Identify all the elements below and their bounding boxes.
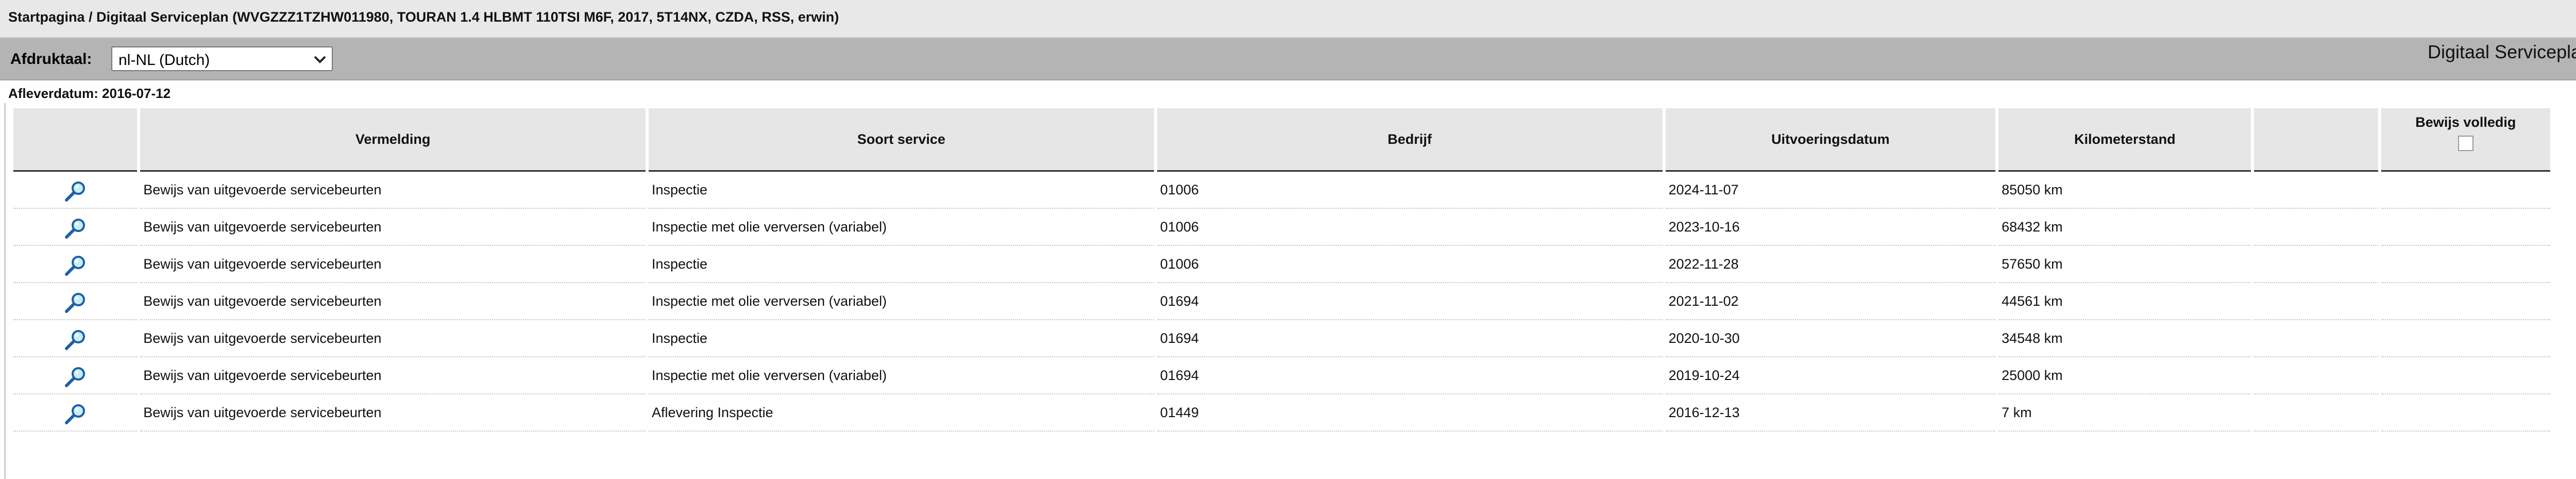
cell-bewijs-volledig (2381, 246, 2550, 283)
cell-soort-service: Inspectie (648, 172, 1154, 209)
cell-uitvoeringsdatum: 2023-10-16 (1665, 209, 1996, 246)
cell-uitvoeringsdatum: 2020-10-30 (1665, 320, 1996, 357)
cell-uitvoeringsdatum: 2016-12-13 (1665, 394, 1996, 432)
cell-vermelding: Bewijs van uitgevoerde servicebeurten (140, 283, 646, 320)
column-header-vermelding[interactable]: Vermelding (140, 108, 646, 172)
cell-bedrijf: 01006 (1157, 172, 1663, 209)
cell-extra (2254, 209, 2378, 246)
column-header-bewijs-volledig: Bewijs volledig (2381, 108, 2550, 172)
view-cell (13, 209, 138, 246)
print-language-label: Afdruktaal: (10, 51, 92, 68)
cell-extra (2254, 394, 2378, 432)
column-header-kilometerstand[interactable]: Kilometerstand (1998, 108, 2251, 172)
column-header-extra (2254, 108, 2378, 172)
view-cell (13, 172, 138, 209)
cell-bewijs-volledig (2381, 320, 2550, 357)
table-row: Bewijs van uitgevoerde servicebeurten Afl… (13, 394, 2550, 432)
view-cell (13, 320, 138, 357)
cell-bedrijf: 01694 (1157, 320, 1663, 357)
magnifier-icon[interactable] (63, 255, 87, 277)
table-row: Bewijs van uitgevoerde servicebeurten Ins… (13, 209, 2550, 246)
magnifier-icon[interactable] (63, 403, 87, 426)
cell-vermelding: Bewijs van uitgevoerde servicebeurten (140, 394, 646, 432)
cell-kilometerstand: 57650 km (1998, 246, 2251, 283)
cell-extra (2254, 283, 2378, 320)
magnifier-icon[interactable] (63, 292, 87, 315)
cell-vermelding: Bewijs van uitgevoerde servicebeurten (140, 172, 646, 209)
cell-bewijs-volledig (2381, 209, 2550, 246)
cell-bedrijf: 01006 (1157, 209, 1663, 246)
breadcrumb[interactable]: Startpagina / Digitaal Serviceplan (WVGZ… (8, 9, 839, 25)
cell-soort-service: Aflevering Inspectie (648, 394, 1154, 432)
magnifier-icon[interactable] (63, 180, 87, 203)
cell-kilometerstand: 85050 km (1998, 172, 2251, 209)
toolbar: Afdruktaal: nl-NL (Dutch) Digitaal Servi… (0, 38, 2576, 80)
cell-bedrijf: 01449 (1157, 394, 1663, 432)
table-row: Bewijs van uitgevoerde servicebeurten Ins… (13, 246, 2550, 283)
table-row: Bewijs van uitgevoerde servicebeurten Ins… (13, 320, 2550, 357)
cell-extra (2254, 172, 2378, 209)
cell-soort-service: Inspectie (648, 320, 1154, 357)
column-header-view (13, 108, 138, 172)
print-language-select[interactable]: nl-NL (Dutch) (111, 46, 333, 71)
cell-extra (2254, 246, 2378, 283)
breadcrumb-bar: Startpagina / Digitaal Serviceplan (WVGZ… (0, 0, 2576, 38)
cell-uitvoeringsdatum: 2019-10-24 (1665, 357, 1996, 394)
delivery-date: Afleverdatum: 2016-07-12 (8, 86, 171, 101)
cell-vermelding: Bewijs van uitgevoerde servicebeurten (140, 320, 646, 357)
cell-kilometerstand: 44561 km (1998, 283, 2251, 320)
view-cell (13, 357, 138, 394)
bewijs-volledig-checkbox[interactable] (2458, 136, 2473, 151)
bewijs-volledig-label: Bewijs volledig (2415, 114, 2516, 130)
column-header-uitvoeringsdatum[interactable]: Uitvoeringsdatum (1665, 108, 1996, 172)
panel-title: Digitaal Serviceplan (2428, 41, 2576, 62)
cell-kilometerstand: 34548 km (1998, 320, 2251, 357)
cell-soort-service: Inspectie met olie verversen (variabel) (648, 283, 1154, 320)
cell-vermelding: Bewijs van uitgevoerde servicebeurten (140, 209, 646, 246)
cell-uitvoeringsdatum: 2024-11-07 (1665, 172, 1996, 209)
cell-uitvoeringsdatum: 2021-11-02 (1665, 283, 1996, 320)
view-cell (13, 394, 138, 432)
table-row: Bewijs van uitgevoerde servicebeurten Ins… (13, 283, 2550, 320)
print-language-value: nl-NL (Dutch) (118, 52, 210, 69)
table-row: Bewijs van uitgevoerde servicebeurten Ins… (13, 357, 2550, 394)
cell-bedrijf: 01694 (1157, 357, 1663, 394)
cell-vermelding: Bewijs van uitgevoerde servicebeurten (140, 246, 646, 283)
cell-bewijs-volledig (2381, 172, 2550, 209)
chevron-down-icon (314, 56, 326, 63)
column-header-soort-service[interactable]: Soort service (648, 108, 1154, 172)
cell-bedrijf: 01006 (1157, 246, 1663, 283)
magnifier-icon[interactable] (63, 366, 87, 389)
table-header-row: Vermelding Soort service Bedrijf Uitvoer… (13, 108, 2550, 172)
cell-soort-service: Inspectie met olie verversen (variabel) (648, 209, 1154, 246)
cell-uitvoeringsdatum: 2022-11-28 (1665, 246, 1996, 283)
cell-bewijs-volledig (2381, 394, 2550, 432)
cell-bewijs-volledig (2381, 357, 2550, 394)
view-cell (13, 246, 138, 283)
service-history-table: Vermelding Soort service Bedrijf Uitvoer… (10, 108, 2553, 432)
cell-soort-service: Inspectie (648, 246, 1154, 283)
cell-vermelding: Bewijs van uitgevoerde servicebeurten (140, 357, 646, 394)
cell-kilometerstand: 7 km (1998, 394, 2251, 432)
magnifier-icon[interactable] (63, 329, 87, 352)
table-row: Bewijs van uitgevoerde servicebeurten Ins… (13, 172, 2550, 209)
cell-bedrijf: 01694 (1157, 283, 1663, 320)
magnifier-icon[interactable] (63, 218, 87, 240)
column-header-bedrijf[interactable]: Bedrijf (1157, 108, 1663, 172)
left-divider (4, 103, 6, 479)
view-cell (13, 283, 138, 320)
cell-bewijs-volledig (2381, 283, 2550, 320)
cell-kilometerstand: 68432 km (1998, 209, 2251, 246)
cell-extra (2254, 357, 2378, 394)
cell-soort-service: Inspectie met olie verversen (variabel) (648, 357, 1154, 394)
cell-kilometerstand: 25000 km (1998, 357, 2251, 394)
cell-extra (2254, 320, 2378, 357)
